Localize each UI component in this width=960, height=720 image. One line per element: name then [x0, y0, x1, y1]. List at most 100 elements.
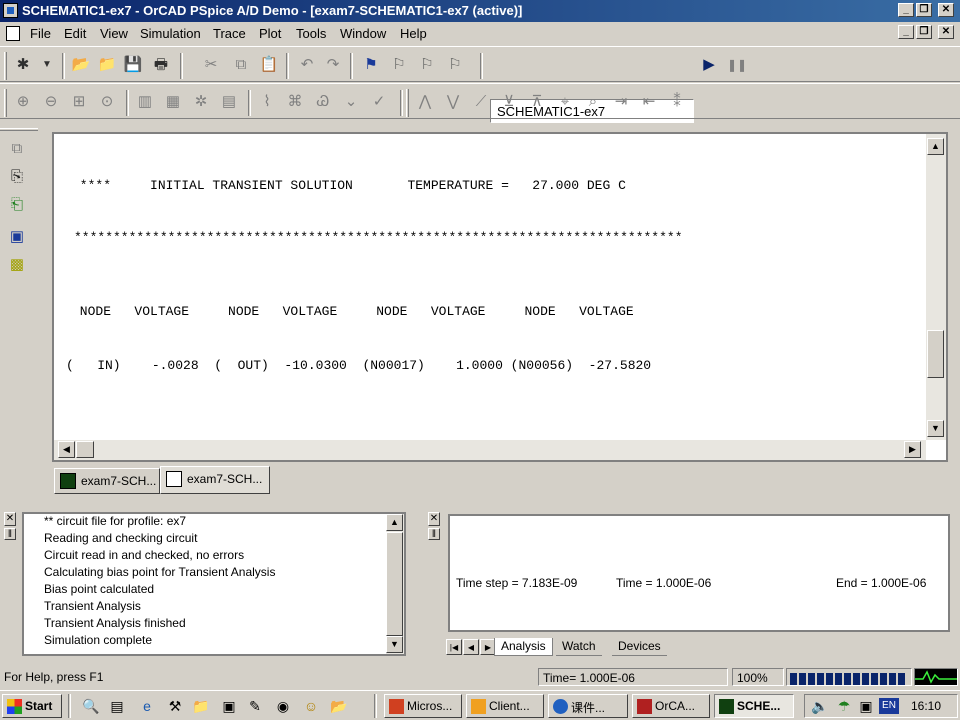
add-plot-icon[interactable]: ⌄ [340, 92, 362, 112]
scroll-thumb[interactable] [76, 441, 94, 458]
cursor-trough-icon[interactable]: ⋁ [442, 92, 464, 112]
menu-trace[interactable]: Trace [213, 26, 246, 41]
volume-icon[interactable]: 🔈 [811, 697, 829, 715]
pane-grip[interactable]: ‖ [4, 528, 16, 540]
tab-devices[interactable]: Devices [612, 638, 667, 656]
quicklaunch-tool-icon[interactable]: ⚒ [166, 697, 184, 715]
task-schematic-active[interactable]: SCHE... [714, 694, 794, 718]
close-icon[interactable]: ✕ [4, 512, 16, 526]
cursor-prev-transition-icon[interactable]: ⇤ [638, 92, 660, 112]
quicklaunch-folder2-icon[interactable]: 📂 [330, 697, 348, 715]
toolbar-grip[interactable] [0, 128, 38, 131]
task-orcad[interactable]: OrCA... [632, 694, 710, 718]
scroll-down-icon[interactable]: ▼ [386, 636, 403, 653]
cursor-next-transition-icon[interactable]: ⇥ [610, 92, 632, 112]
task-powerpoint[interactable]: Micros... [384, 694, 462, 718]
text-label-icon[interactable]: ✓ [368, 92, 390, 112]
menu-window[interactable]: Window [340, 26, 386, 41]
scroll-up-icon[interactable]: ▲ [927, 138, 944, 155]
mark-power-icon[interactable]: ⚐ [416, 55, 438, 75]
output-text-area[interactable]: **** INITIAL TRANSIENT SOLUTION TEMPERAT… [62, 134, 922, 440]
monitor-icon[interactable]: ▣ [857, 697, 875, 715]
quicklaunch-desktop-icon[interactable]: ▤ [108, 697, 126, 715]
cursor-peak-icon[interactable]: ⋀ [414, 92, 436, 112]
log-vertical-scrollbar[interactable]: ▲ ▼ [386, 514, 404, 654]
quicklaunch-window-icon[interactable]: ▣ [220, 697, 238, 715]
redo-icon[interactable]: ↷ [322, 55, 344, 75]
cut-icon[interactable]: ✂ [200, 55, 222, 75]
scroll-right-icon[interactable]: ▶ [904, 441, 921, 458]
quicklaunch-search-icon[interactable]: 🔍 [82, 697, 100, 715]
scroll-left-icon[interactable]: ◀ [58, 441, 75, 458]
performance-analysis-icon[interactable]: ✲ [190, 92, 212, 112]
doc-close-button[interactable]: ✕ [938, 25, 954, 39]
print-icon[interactable]: 🖶 [150, 55, 172, 75]
menu-help[interactable]: Help [400, 26, 427, 41]
zoom-fit-icon[interactable]: ⊙ [96, 92, 118, 112]
menu-simulation[interactable]: Simulation [140, 26, 201, 41]
add-trace-icon[interactable]: ⌇ [256, 92, 278, 112]
menu-view[interactable]: View [100, 26, 128, 41]
run-icon[interactable]: ▶ [698, 55, 720, 75]
simulation-message-icon[interactable]: ▣ [6, 226, 28, 248]
task-courseware[interactable]: 课件... [548, 694, 628, 718]
doc-tab-schematic[interactable]: exam7-SCH... [54, 468, 160, 494]
new-icon[interactable]: ✱ [12, 55, 34, 75]
pause-icon[interactable]: ❚❚ [726, 55, 748, 75]
save-icon[interactable]: 💾 [122, 55, 144, 75]
toolbar-grip[interactable] [4, 52, 7, 80]
cursor-point-icon[interactable]: ⌖ [554, 92, 576, 112]
zoom-in-icon[interactable]: ⊕ [12, 92, 34, 112]
paste-icon[interactable]: 📋 [258, 55, 280, 75]
cursor-slope-icon[interactable]: ⟋ [470, 92, 492, 112]
quicklaunch-ie-icon[interactable]: e [138, 697, 156, 715]
scroll-thumb[interactable] [386, 532, 403, 636]
toolbar-grip[interactable] [4, 89, 7, 117]
start-button[interactable]: Start [2, 694, 62, 718]
doc-minimize-button[interactable]: _ [898, 25, 914, 39]
cursor-min-icon[interactable]: ⊻ [498, 92, 520, 112]
mark-current-icon[interactable]: ⚐ [388, 55, 410, 75]
log-y-axis-icon[interactable]: ▤ [218, 92, 240, 112]
new-dropdown-chevron-icon[interactable]: ▼ [36, 55, 58, 75]
quicklaunch-paint-icon[interactable]: ✎ [246, 697, 264, 715]
view-output-file-icon[interactable]: ⎘ [6, 166, 28, 188]
tab-watch[interactable]: Watch [556, 638, 602, 656]
menu-edit[interactable]: Edit [64, 26, 86, 41]
cursor-search-icon[interactable]: ⌕ [582, 92, 604, 112]
fourier-icon[interactable]: ▦ [162, 92, 184, 112]
mark-label-icon[interactable]: Ꮚ [312, 92, 334, 112]
cursor-max-icon[interactable]: ⊼ [526, 92, 548, 112]
network-icon[interactable]: ☂ [835, 697, 853, 715]
mark-data-points-icon[interactable]: ⁑ [666, 92, 688, 112]
open-folder-alt-icon[interactable]: 📁 [96, 55, 118, 75]
zoom-out-icon[interactable]: ⊖ [40, 92, 62, 112]
output-vertical-scrollbar[interactable]: ▲ ▼ [926, 134, 946, 440]
tab-scroll-prev-icon[interactable]: ◀ [463, 639, 479, 655]
doc-restore-button[interactable]: ❐ [916, 25, 932, 39]
close-icon[interactable]: ✕ [428, 512, 440, 526]
quicklaunch-msn-icon[interactable]: ☺ [302, 697, 320, 715]
scroll-thumb[interactable] [927, 330, 944, 378]
output-horizontal-scrollbar[interactable]: ◀ ▶ [54, 440, 926, 460]
scroll-up-icon[interactable]: ▲ [386, 514, 403, 531]
quicklaunch-folder-icon[interactable]: 📁 [192, 697, 210, 715]
pane-grip[interactable]: ‖ [428, 528, 440, 540]
language-indicator[interactable]: EN [879, 698, 899, 714]
eval-goal-function-icon[interactable]: ⌘ [284, 92, 306, 112]
toolbar-grip[interactable] [406, 89, 409, 117]
zoom-area-icon[interactable]: ⊞ [68, 92, 90, 112]
menu-file[interactable]: File [30, 26, 51, 41]
minimize-button[interactable]: _ [898, 3, 914, 17]
menu-tools[interactable]: Tools [296, 26, 326, 41]
topology-icon[interactable]: ▩ [6, 254, 28, 276]
tab-analysis[interactable]: Analysis [494, 638, 553, 656]
menu-plot[interactable]: Plot [259, 26, 281, 41]
undo-icon[interactable]: ↶ [296, 55, 318, 75]
log-x-axis-icon[interactable]: ▥ [134, 92, 156, 112]
close-button[interactable]: ✕ [938, 3, 954, 17]
quicklaunch-media-icon[interactable]: ◉ [274, 697, 292, 715]
doc-tab-output[interactable]: exam7-SCH... [160, 466, 270, 494]
mark-voltage-icon[interactable]: ⚑ [360, 55, 382, 75]
view-simulation-results-icon[interactable]: ⎗ [6, 194, 28, 216]
